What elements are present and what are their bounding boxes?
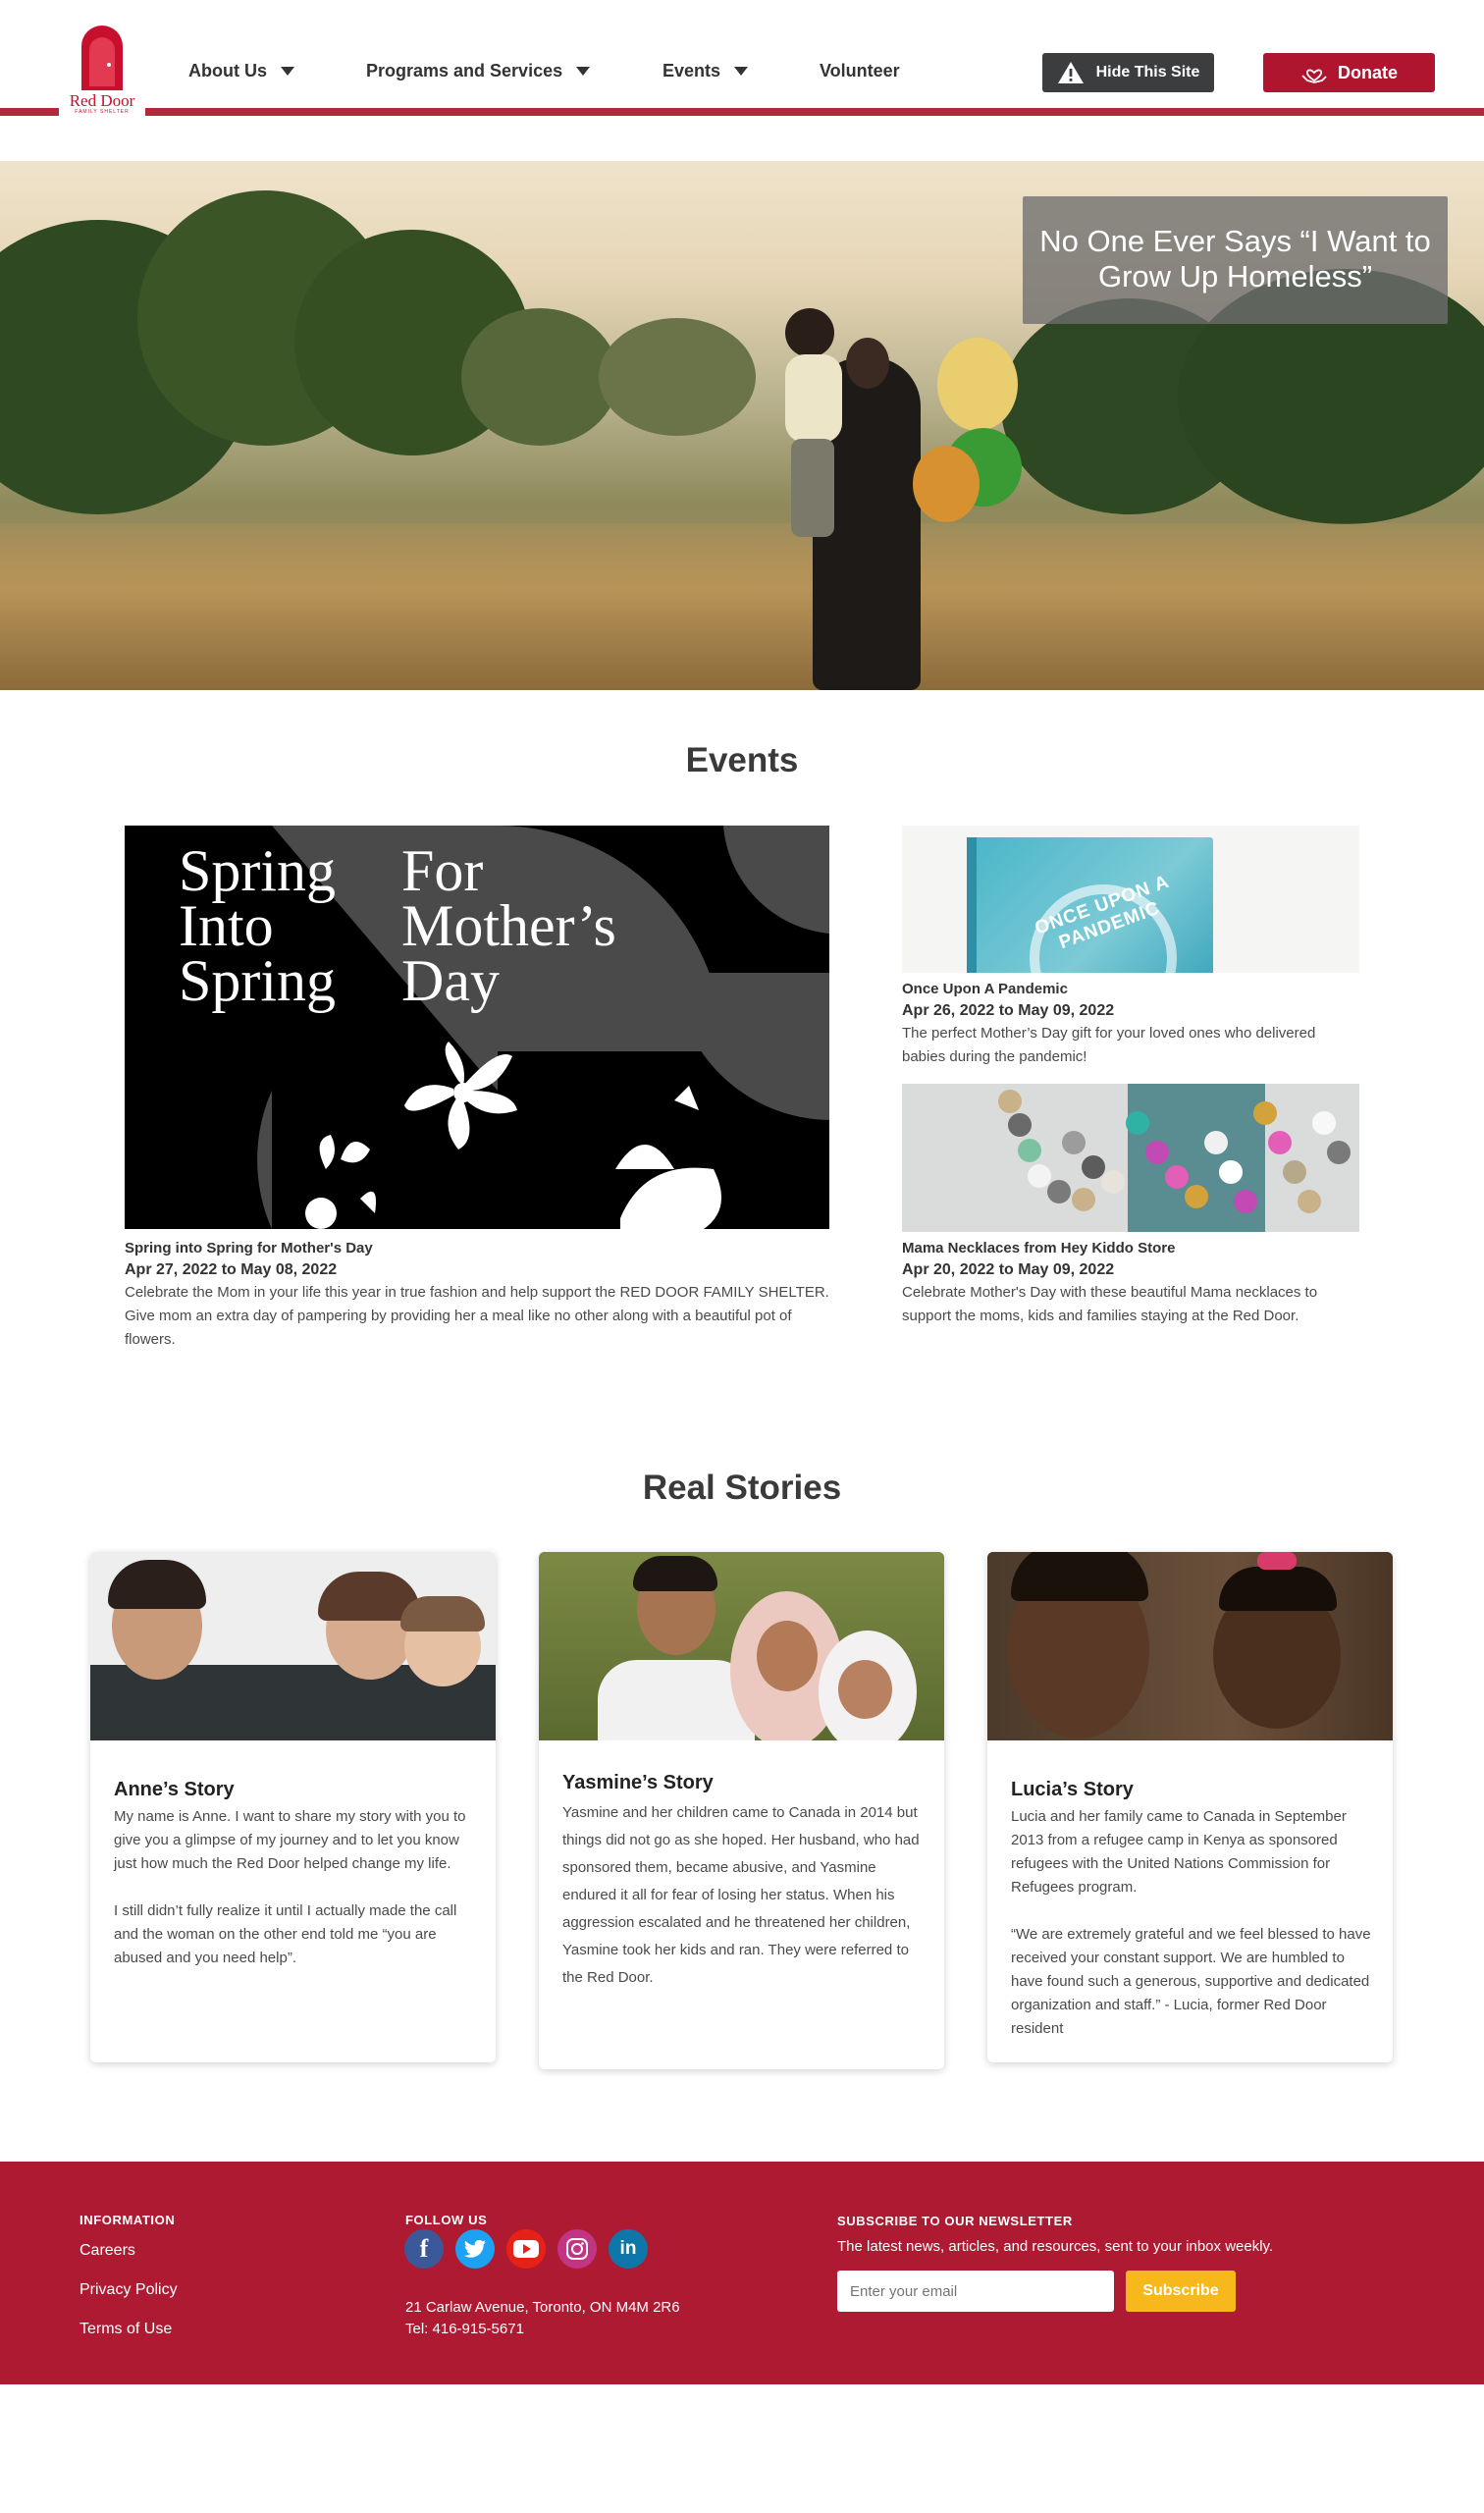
story-paragraph: “We are extremely grateful and we feel b… [1011,1926,1371,2037]
side-event-info-2: Mama Necklaces from Hey Kiddo Store Apr … [902,1240,1359,1328]
donate-button[interactable]: Donate [1263,53,1435,92]
nav-label: Events [662,61,721,80]
twitter-bird-glyph [464,2239,486,2258]
story-title: Yasmine’s Story [562,1772,714,1793]
hero-banner: No One Ever Says “I Want to Grow Up Home… [0,161,1484,690]
youtube-play-glyph [513,2240,539,2258]
feature-event-info: Spring into Spring for Mother's Day Apr … [125,1240,829,1352]
event-description: Celebrate Mother's Day with these beauti… [902,1284,1318,1324]
newsletter-email-input[interactable] [837,2271,1114,2312]
event-date: Apr 20, 2022 to May 09, 2022 [902,1261,1115,1278]
facebook-icon[interactable]: f [404,2229,444,2269]
twitter-icon[interactable]: t [455,2229,495,2269]
events-heading: Events [685,741,799,779]
header-accent-bar [0,108,1484,116]
spring-into-spring-image[interactable]: Spring Into Spring For Mother’s Day [125,826,829,1229]
image-text-line: Into [179,893,274,958]
story-paragraph: My name is Anne. I want to share my stor… [114,1808,466,1872]
image-headline-right: For Mother’s Day [401,838,616,1013]
story-text: My name is Anne. I want to share my stor… [114,1805,477,1970]
newsletter-text: The latest news, articles, and resources… [837,2238,1274,2255]
nav-label: Programs and Services [366,61,563,80]
event-title[interactable]: Once Upon A Pandemic [902,981,1359,997]
story-paragraph: Yasmine and her children came to Canada … [562,1804,920,1986]
yasmine-family-photo [539,1552,944,1740]
subscribe-button[interactable]: Subscribe [1126,2271,1236,2312]
event-description: The perfect Mother’s Day gift for your l… [902,1025,1316,1065]
address-text: 21 Carlaw Avenue, Toronto, ON M4M 2R6 [405,2299,680,2316]
story-title: Lucia’s Story [1011,1779,1134,1800]
image-headline-left: Spring Into Spring [179,838,337,1013]
caret-down-icon [734,67,749,76]
hero-caption: No One Ever Says “I Want to Grow Up Home… [1023,196,1448,324]
careers-link[interactable]: Careers [80,2242,135,2260]
heart-hand-icon [1301,69,1327,83]
door-icon [81,26,123,90]
story-paragraph: Lucia and her family came to Canada in S… [1011,1808,1347,1896]
image-text-line: Mother’s [401,893,616,958]
caret-down-icon [281,67,294,76]
site-footer: INFORMATION Careers Privacy Policy Terms… [0,2162,1484,2384]
youtube-icon[interactable]: ▶ [506,2229,546,2269]
story-text: Lucia and her family came to Canada in S… [1011,1805,1374,2041]
linkedin-icon[interactable]: in [609,2229,648,2269]
logo-text: Red Door [69,91,135,110]
hide-this-site-button[interactable]: Hide This Site [1042,53,1214,92]
terms-of-use-link[interactable]: Terms of Use [80,2321,172,2338]
story-card-anne[interactable]: Anne’s Story My name is Anne. I want to … [90,1552,496,2062]
pandemic-book-image[interactable]: ONCE UPON A PANDEMIC [902,826,1359,973]
nav-about-us[interactable]: About Us [188,61,294,81]
follow-us-heading: FOLLOW US [405,2213,488,2227]
logo-subtext: FAMILY SHELTER [75,109,130,115]
facebook-glyph: f [419,2234,429,2263]
linkedin-glyph: in [619,2238,637,2259]
mama-necklaces-image[interactable] [902,1084,1359,1232]
privacy-policy-link[interactable]: Privacy Policy [80,2281,178,2299]
event-date: Apr 27, 2022 to May 08, 2022 [125,1261,338,1278]
warning-icon [1057,62,1084,83]
instagram-icon[interactable]: ◎ [557,2229,597,2269]
story-card-yasmine[interactable]: Yasmine’s Story Yasmine and her children… [539,1552,944,2069]
side-event-info-1: Once Upon A Pandemic Apr 26, 2022 to May… [902,981,1359,1069]
nav-label: Volunteer [820,61,900,80]
event-date: Apr 26, 2022 to May 09, 2022 [902,1002,1115,1019]
image-text-line: Day [401,948,500,1013]
story-card-lucia[interactable]: Lucia’s Story Lucia and her family came … [987,1552,1393,2062]
real-stories-heading: Real Stories [642,1469,842,1507]
hide-this-site-label: Hide This Site [1095,64,1200,80]
story-paragraph: I still didn’t fully realize it until I … [114,1902,457,1966]
caret-down-icon [576,67,591,76]
nav-label: About Us [188,61,267,80]
site-header: Red Door FAMILY SHELTER About Us Program… [0,0,1484,116]
lucia-family-photo [987,1552,1393,1740]
nav-volunteer[interactable]: Volunteer [820,61,900,81]
donate-label: Donate [1337,62,1398,82]
necklace-beads-graphic [998,1090,1351,1213]
anne-family-photo [90,1552,496,1740]
newsletter-heading: SUBSCRIBE TO OUR NEWSLETTER [837,2214,1073,2228]
image-text-line: Spring [179,838,337,903]
image-text-line: Spring [179,948,337,1013]
phone-text: Tel: 416-915-5671 [405,2321,524,2337]
red-door-logo[interactable]: Red Door FAMILY SHELTER [59,22,145,116]
instagram-camera-glyph [566,2238,588,2260]
event-description: Celebrate the Mom in your life this year… [125,1284,829,1348]
nav-programs-and-services[interactable]: Programs and Services [366,61,591,81]
event-title[interactable]: Mama Necklaces from Hey Kiddo Store [902,1240,1359,1256]
image-text-line: For [401,838,484,903]
nav-events[interactable]: Events [662,61,749,81]
information-heading: INFORMATION [80,2213,176,2227]
story-text: Yasmine and her children came to Canada … [562,1799,926,1992]
story-title: Anne’s Story [114,1779,235,1800]
event-title[interactable]: Spring into Spring for Mother's Day [125,1240,829,1256]
